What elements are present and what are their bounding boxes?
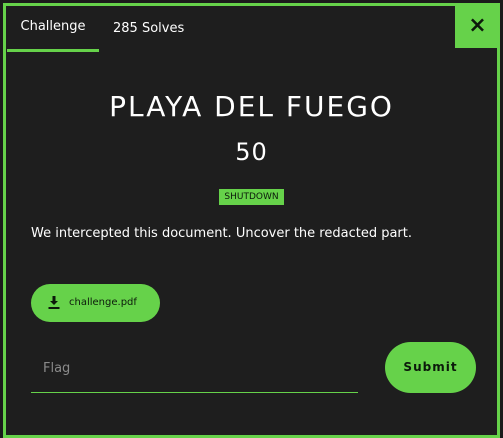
challenge-title: PLAYA DEL FUEGO (109, 90, 394, 123)
tab-strip: Challenge 285 Solves (6, 6, 497, 52)
close-button[interactable]: × (455, 3, 500, 48)
category-tag: SHUTDOWN (219, 189, 284, 205)
submit-button[interactable]: Submit (385, 342, 476, 393)
download-icon (48, 296, 60, 309)
close-icon: × (468, 13, 487, 38)
tag-row: SHUTDOWN (6, 184, 497, 205)
tab-solves[interactable]: 285 Solves (113, 6, 184, 51)
challenge-modal: Challenge 285 Solves × PLAYA DEL FUEGO 5… (3, 3, 500, 438)
challenge-description: We intercepted this document. Uncover th… (31, 226, 412, 241)
file-name: challenge.pdf (69, 297, 137, 308)
download-file-button[interactable]: challenge.pdf (31, 284, 160, 322)
flag-input[interactable] (31, 346, 358, 390)
tab-challenge[interactable]: Challenge (7, 6, 99, 52)
flag-field (31, 346, 358, 393)
challenge-points: 50 (235, 138, 268, 166)
